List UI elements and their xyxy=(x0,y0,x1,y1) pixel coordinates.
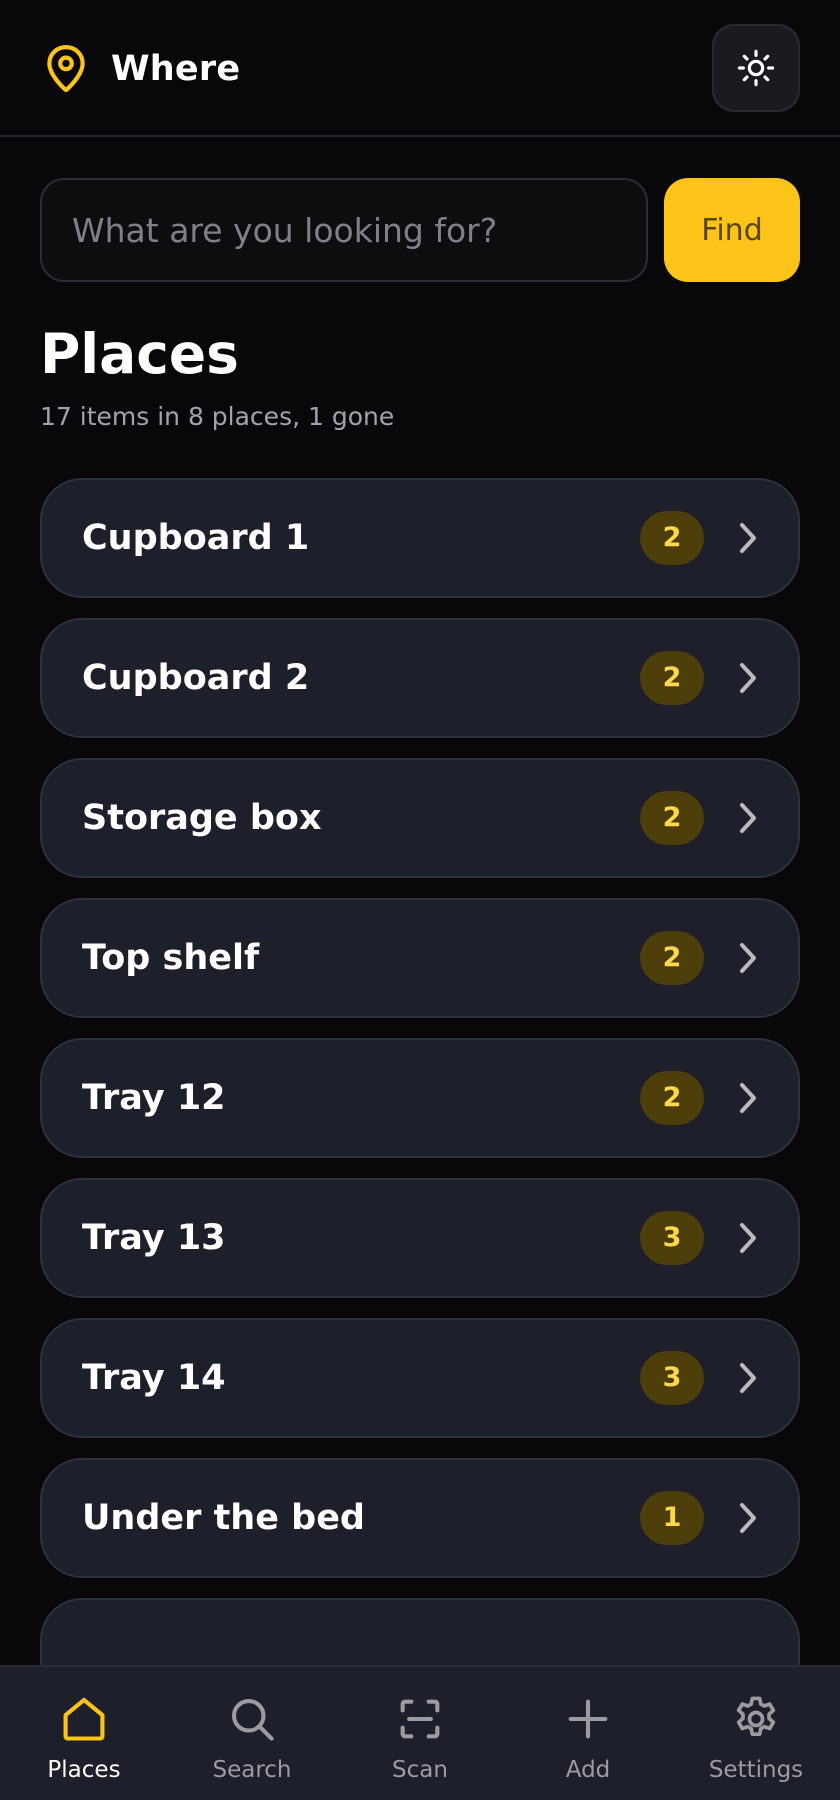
place-name: Tray 12 xyxy=(82,1078,226,1118)
chevron-right-icon xyxy=(740,1223,756,1253)
place-row[interactable]: Top shelf 2 xyxy=(40,898,800,1018)
nav-label: Places xyxy=(47,1757,121,1783)
place-row[interactable]: Under the bed 1 xyxy=(40,1458,800,1578)
nav-item-places[interactable]: Places xyxy=(0,1667,168,1800)
place-name: Tray 14 xyxy=(82,1358,226,1398)
nav-item-scan[interactable]: Scan xyxy=(336,1667,504,1800)
chevron-right-icon xyxy=(740,663,756,693)
nav-label: Search xyxy=(212,1757,292,1783)
app-title: Where xyxy=(111,49,241,89)
chevron-right-icon xyxy=(740,943,756,973)
chevron-right-icon xyxy=(740,523,756,553)
bottom-nav: Places Search Scan Add Settings xyxy=(0,1665,840,1800)
gear-icon xyxy=(736,1696,776,1737)
scan-icon xyxy=(400,1699,440,1739)
place-name: Cupboard 1 xyxy=(82,518,310,558)
place-row[interactable]: Tray 13 3 xyxy=(40,1178,800,1298)
item-count-badge: 3 xyxy=(640,1351,704,1405)
item-count-badge: 2 xyxy=(640,931,704,985)
sun-icon xyxy=(737,49,775,87)
item-count-badge: 2 xyxy=(640,1071,704,1125)
place-row[interactable]: Cupboard 2 2 xyxy=(40,618,800,738)
plus-icon xyxy=(568,1699,608,1739)
places-list: Cupboard 1 2 Cupboard 2 2 Storage box 2 … xyxy=(40,478,800,1738)
chevron-right-icon xyxy=(740,1083,756,1113)
places-summary: 17 items in 8 places, 1 gone xyxy=(40,402,395,431)
place-row[interactable]: Tray 14 3 xyxy=(40,1318,800,1438)
chevron-right-icon xyxy=(740,1503,756,1533)
item-count-badge: 3 xyxy=(640,1211,704,1265)
page-title: Places xyxy=(40,322,239,386)
brand: Where xyxy=(45,44,240,94)
search-input[interactable] xyxy=(40,178,648,282)
search-icon xyxy=(231,1698,274,1741)
app-header: Where xyxy=(0,0,840,137)
place-row[interactable]: Cupboard 1 2 xyxy=(40,478,800,598)
map-pin-icon xyxy=(47,45,85,92)
place-name: Cupboard 2 xyxy=(82,658,310,698)
home-icon xyxy=(63,1697,105,1741)
item-count-badge: 1 xyxy=(640,1491,704,1545)
place-row[interactable]: Tray 12 2 xyxy=(40,1038,800,1158)
nav-item-add[interactable]: Add xyxy=(504,1667,672,1800)
nav-label: Scan xyxy=(392,1757,448,1783)
nav-item-settings[interactable]: Settings xyxy=(672,1667,840,1800)
find-button[interactable]: Find xyxy=(664,178,800,282)
item-count-badge: 2 xyxy=(640,791,704,845)
place-name: Storage box xyxy=(82,798,322,838)
nav-item-search[interactable]: Search xyxy=(168,1667,336,1800)
chevron-right-icon xyxy=(740,1363,756,1393)
place-name: Top shelf xyxy=(82,938,260,978)
place-name: Under the bed xyxy=(82,1498,365,1538)
chevron-right-icon xyxy=(740,803,756,833)
item-count-badge: 2 xyxy=(640,511,704,565)
place-row[interactable]: Storage box 2 xyxy=(40,758,800,878)
theme-toggle-button[interactable] xyxy=(712,24,800,112)
nav-label: Settings xyxy=(708,1757,804,1783)
item-count-badge: 2 xyxy=(640,651,704,705)
app-root: Where Find Places 17 items in 8 places, … xyxy=(0,0,840,1800)
nav-label: Add xyxy=(565,1757,611,1783)
place-name: Tray 13 xyxy=(82,1218,226,1258)
